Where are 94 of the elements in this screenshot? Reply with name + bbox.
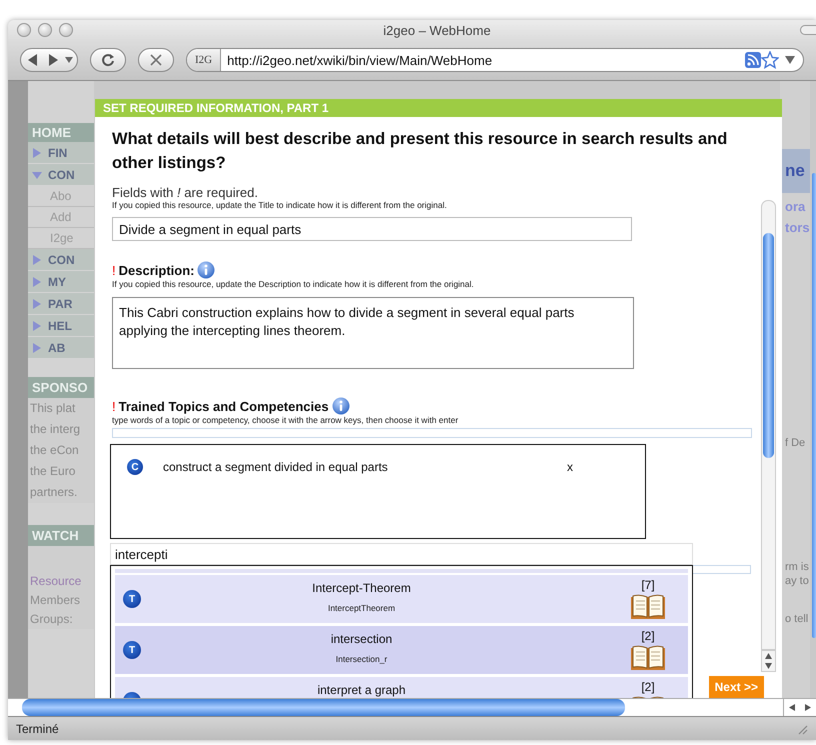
sidebar-header: HOME [28,123,94,142]
triangle-right-icon [32,254,42,264]
panel-text: Groups: [29,611,74,628]
close-icon [150,54,162,66]
description-field[interactable]: This Cabri construction explains how to divide a segment in several equal parts applying the intercepting lines theorem. [112,297,634,369]
scroll-thumb[interactable] [763,233,774,458]
info-icon [197,261,216,279]
site-badge: I2G [187,49,222,71]
info-icon [332,397,350,415]
address-field[interactable]: I2G http://i2geo.net/xwiki/bin/view/Main/WebHome [186,48,804,72]
next-button[interactable]: Next >> [708,676,764,698]
stop-button[interactable] [138,48,174,72]
field-hint: If you copied this resource, update the Title to indicate how it is different from the original. [112,200,448,210]
zoom-button[interactable] [59,23,73,37]
triangle-right-icon [32,148,42,158]
field-label: Description: [118,262,194,278]
chosen-topic: construct a segment divided in equal parts [163,460,389,474]
required-mark: ! [112,262,116,278]
dialog-scrollbar[interactable] [761,200,776,650]
triangle-right-icon [32,298,42,308]
competency-icon: C [127,459,143,475]
topic-search-field[interactable] [112,428,752,438]
toolbar-toggle-button[interactable] [800,25,816,35]
rss-icon[interactable] [745,52,761,68]
suggestion-id: InterceptTheorem [328,603,396,613]
page-text: o tell [784,612,810,625]
url-text: http://i2geo.net/xwiki/bin/view/Main/WebHome [226,52,494,68]
topic-icon: T [123,641,141,659]
title-field[interactable]: Divide a segment in equal parts [112,217,632,241]
suggestion-count: [2] [641,680,655,694]
horizontal-scrollbar[interactable] [22,699,625,716]
caret-icon[interactable] [785,56,795,64]
field-hint: type words of a topic or competency, choose it with the arrow keys, then choose it with enter [112,415,460,425]
topic-search-field[interactable] [692,565,751,574]
window-title: i2geo – WebHome [382,22,492,38]
book-icon [630,594,666,620]
page-scrollbar[interactable] [812,173,816,638]
sidebar-item[interactable]: MY [28,271,94,293]
book-icon [630,645,666,671]
sidebar-item[interactable]: PAR [28,293,94,315]
caret-icon[interactable] [65,57,73,63]
arrow-right-icon[interactable] [805,704,811,711]
panel-text: the Euro [29,463,76,480]
star-icon[interactable] [761,51,779,69]
panel-text: partners. [29,484,78,501]
triangle-right-icon [32,320,42,330]
topic-icon: T [123,590,141,608]
reload-button[interactable] [90,48,126,72]
arrow-up-icon[interactable] [765,653,772,659]
page-text: f De [784,436,806,449]
field-hint: If you copied this resource, update the Description to indicate how it is different from the original. [112,279,475,289]
suggestion-count: [2] [641,629,655,643]
suggestion-count: [7] [641,578,655,592]
required-mark: ! [112,398,116,414]
sidebar-item[interactable]: AB [28,337,94,359]
dialog-header: SET REQUIRED INFORMATION, PART 1 [95,99,782,117]
panel-text: This plat [29,400,76,417]
status-text: Terminé [16,722,59,736]
close-button[interactable] [17,23,31,37]
triangle-down-icon [32,170,42,180]
minimize-button[interactable] [38,23,52,37]
suggestion-item[interactable]: T intersection Intersection_r [2] [115,626,688,674]
panel-header: SPONSO [28,377,94,398]
panel-text: the interg [29,421,82,438]
suggestion-id: Intersection_r [336,654,388,664]
required-note: Fields with ! are required. [112,185,259,200]
suggestion-item[interactable]: interpret a graph [2] [115,677,688,698]
arrow-left-icon[interactable] [789,704,795,711]
arrow-down-icon[interactable] [765,663,772,669]
dialog-question: What details will best describe and present this resource in search results and other listings? [112,129,728,174]
page-text: ay to [784,574,810,587]
panel-link[interactable]: Resource [28,572,94,591]
page-text: rm is [784,560,810,573]
sidebar-item[interactable]: FIN [28,142,94,164]
page-link[interactable]: tors [780,214,810,235]
page-link[interactable]: ora [780,193,810,214]
sidebar-item[interactable]: CON [28,164,94,186]
panel-text: Members [29,592,82,609]
reload-icon [101,53,115,67]
field-label: Trained Topics and Competencies [118,398,329,414]
suggestion-title: Intercept-Theorem [312,581,411,595]
page-heading: ne [780,149,810,193]
suggestion-title: intersection [330,632,392,646]
sidebar-item[interactable]: CON [28,249,94,271]
suggestion-item[interactable]: T Intercept-Theorem InterceptTheorem [7] [115,575,688,623]
resize-grip-icon[interactable] [796,722,808,734]
triangle-right-icon [32,342,42,352]
triangle-right-icon [32,276,42,286]
panel-header: WATCH [28,525,94,546]
remove-link[interactable]: x [567,460,573,474]
sidebar-item[interactable]: HEL [28,315,94,337]
suggestion-title: interpret a graph [317,683,406,697]
autocomplete-field[interactable]: intercepti [110,543,693,565]
panel-text: the eCon [29,442,80,459]
